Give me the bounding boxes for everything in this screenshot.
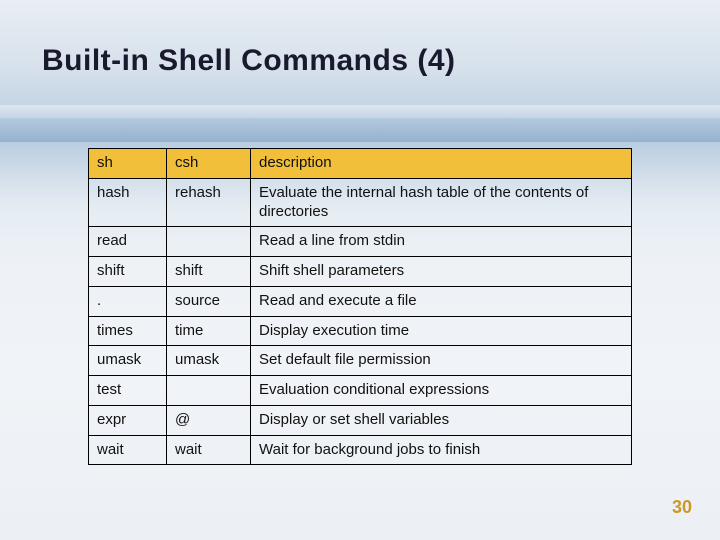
table-header-row: sh csh description: [89, 149, 632, 179]
cell-sh: test: [89, 376, 167, 406]
cell-desc: Wait for background jobs to finish: [251, 435, 632, 465]
table-row: wait wait Wait for background jobs to fi…: [89, 435, 632, 465]
table-row: read Read a line from stdin: [89, 227, 632, 257]
cell-csh: @: [167, 405, 251, 435]
cell-csh: time: [167, 316, 251, 346]
cell-desc: Set default file permission: [251, 346, 632, 376]
cell-sh: expr: [89, 405, 167, 435]
cell-csh: source: [167, 286, 251, 316]
cell-desc: Read and execute a file: [251, 286, 632, 316]
col-header-csh: csh: [167, 149, 251, 179]
page-number: 30: [672, 497, 692, 518]
cell-sh: .: [89, 286, 167, 316]
page-title: Built-in Shell Commands (4): [42, 44, 456, 78]
cell-desc: Evaluate the internal hash table of the …: [251, 178, 632, 227]
accent-stripe: [0, 118, 720, 142]
cell-csh: umask: [167, 346, 251, 376]
col-header-sh: sh: [89, 149, 167, 179]
commands-table-wrap: sh csh description hash rehash Evaluate …: [88, 148, 632, 465]
cell-sh: wait: [89, 435, 167, 465]
accent-light-stripe: [0, 105, 720, 119]
cell-desc: Read a line from stdin: [251, 227, 632, 257]
table-row: times time Display execution time: [89, 316, 632, 346]
table-row: shift shift Shift shell parameters: [89, 257, 632, 287]
table-row: umask umask Set default file permission: [89, 346, 632, 376]
cell-sh: hash: [89, 178, 167, 227]
table-row: test Evaluation conditional expressions: [89, 376, 632, 406]
cell-csh: shift: [167, 257, 251, 287]
table-row: . source Read and execute a file: [89, 286, 632, 316]
col-header-description: description: [251, 149, 632, 179]
cell-csh: wait: [167, 435, 251, 465]
cell-desc: Display or set shell variables: [251, 405, 632, 435]
cell-sh: umask: [89, 346, 167, 376]
table-row: hash rehash Evaluate the internal hash t…: [89, 178, 632, 227]
cell-csh: [167, 376, 251, 406]
cell-csh: [167, 227, 251, 257]
table-row: expr @ Display or set shell variables: [89, 405, 632, 435]
cell-sh: times: [89, 316, 167, 346]
cell-sh: shift: [89, 257, 167, 287]
cell-csh: rehash: [167, 178, 251, 227]
cell-desc: Shift shell parameters: [251, 257, 632, 287]
cell-sh: read: [89, 227, 167, 257]
commands-table: sh csh description hash rehash Evaluate …: [88, 148, 632, 465]
cell-desc: Evaluation conditional expressions: [251, 376, 632, 406]
cell-desc: Display execution time: [251, 316, 632, 346]
